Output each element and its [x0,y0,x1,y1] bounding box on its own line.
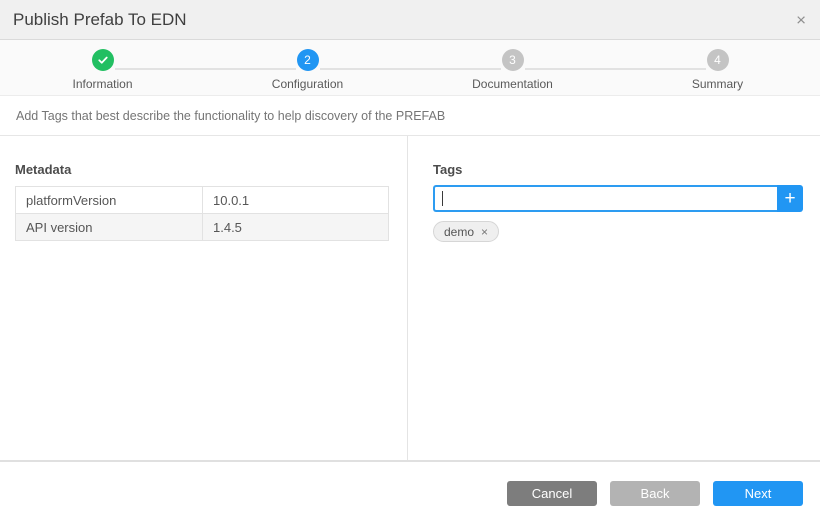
dialog-title: Publish Prefab To EDN [13,10,187,30]
step-information[interactable]: Information [0,49,205,95]
tags-heading: Tags [433,162,803,177]
tag-input[interactable] [433,185,777,212]
tag-input-group: + [433,185,803,212]
step-label: Documentation [472,77,553,91]
step-label: Summary [692,77,743,91]
metadata-table: platformVersion 10.0.1 API version 1.4.5 [15,186,389,241]
tag-input-wrap [433,185,777,212]
step-number-badge: 2 [297,49,319,71]
step-label: Information [72,77,132,91]
dialog-header: Publish Prefab To EDN × [0,0,820,40]
dialog-content: Metadata platformVersion 10.0.1 API vers… [0,136,820,460]
text-caret [442,191,443,206]
next-button[interactable]: Next [713,481,803,506]
step-description-row: Add Tags that best describe the function… [0,96,820,136]
metadata-key: API version [16,214,203,241]
plus-icon: + [784,189,795,208]
metadata-value: 1.4.5 [203,214,389,241]
close-icon[interactable]: × [796,11,806,28]
check-icon [92,49,114,71]
metadata-heading: Metadata [15,162,390,177]
tag-chip: demo × [433,221,499,242]
step-description-text: Add Tags that best describe the function… [16,109,445,123]
metadata-key: platformVersion [16,187,203,214]
step-number-badge: 3 [502,49,524,71]
add-tag-button[interactable]: + [777,185,803,212]
wizard-stepper: Information 2 Configuration 3 Documentat… [0,40,820,96]
step-documentation[interactable]: 3 Documentation [410,49,615,95]
step-summary[interactable]: 4 Summary [615,49,820,95]
tag-chip-label: demo [444,225,474,239]
metadata-panel: Metadata platformVersion 10.0.1 API vers… [0,136,408,460]
cancel-button[interactable]: Cancel [507,481,597,506]
step-label: Configuration [272,77,343,91]
publish-prefab-dialog: Publish Prefab To EDN × Information 2 Co… [0,0,820,524]
table-row: platformVersion 10.0.1 [16,187,389,214]
dialog-footer: Cancel Back Next [0,460,820,524]
step-number-badge: 4 [707,49,729,71]
tag-chips-row: demo × [433,221,803,242]
table-row: API version 1.4.5 [16,214,389,241]
step-configuration[interactable]: 2 Configuration [205,49,410,95]
remove-tag-icon[interactable]: × [481,226,488,238]
tags-panel: Tags + demo × [408,136,820,460]
metadata-value: 10.0.1 [203,187,389,214]
back-button[interactable]: Back [610,481,700,506]
